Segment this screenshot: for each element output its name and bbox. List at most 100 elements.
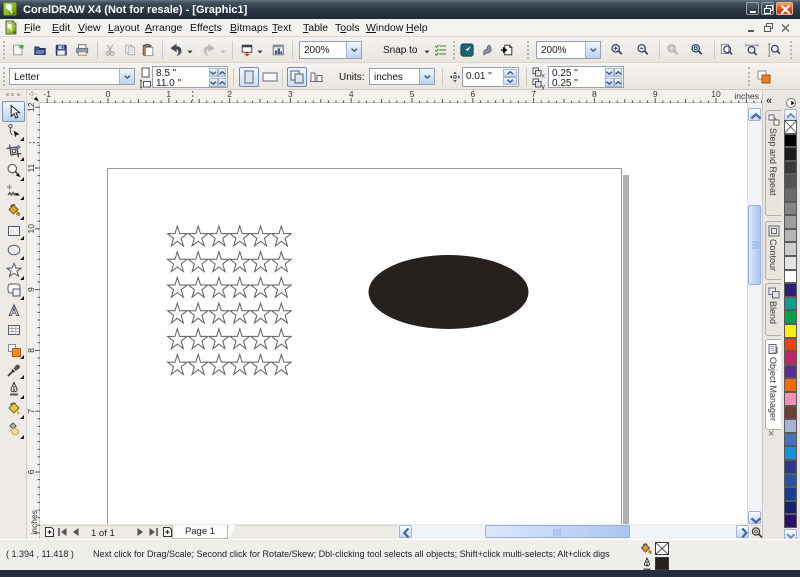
- text-tool[interactable]: [2, 300, 25, 321]
- options-icon[interactable]: [434, 43, 448, 57]
- zoom-out-icon[interactable]: [636, 43, 650, 57]
- palette-swatch[interactable]: [784, 487, 797, 501]
- zoom-tool[interactable]: [2, 161, 25, 182]
- interactive-fill-tool[interactable]: [2, 419, 25, 440]
- snap-to-dropdown-icon[interactable]: [423, 47, 431, 55]
- palette-swatch[interactable]: [784, 460, 797, 474]
- undo-dropdown-icon[interactable]: [186, 47, 194, 55]
- zoom-levels-dropdown-icon[interactable]: [346, 42, 361, 58]
- palette-swatch[interactable]: [784, 256, 797, 270]
- menu-text[interactable]: Text: [272, 22, 291, 34]
- palette-swatch[interactable]: [784, 134, 797, 148]
- navigator-icon[interactable]: [750, 526, 764, 539]
- menu-help[interactable]: Help: [406, 22, 428, 34]
- palette-swatch[interactable]: [784, 338, 797, 352]
- menu-layout[interactable]: Layout: [108, 22, 140, 34]
- palette-swatch[interactable]: [784, 324, 797, 338]
- interactive-fill-flyout-icon[interactable]: [20, 435, 24, 439]
- docker-tab-step-and-repeat[interactable]: Step and Repeat: [765, 110, 782, 216]
- zoom-all-objects-icon[interactable]: [690, 43, 704, 57]
- palette-swatch[interactable]: [784, 147, 797, 161]
- vscroll-thumb[interactable]: [748, 205, 761, 285]
- application-launcher-icon[interactable]: [460, 43, 474, 57]
- zoom-height-icon[interactable]: [767, 43, 781, 57]
- menu-edit[interactable]: Edit: [52, 22, 70, 34]
- open-drawing-icon[interactable]: [500, 43, 514, 57]
- document-close-button[interactable]: [779, 22, 792, 34]
- zoom-in-icon[interactable]: [610, 43, 624, 57]
- ruler-origin[interactable]: [28, 90, 40, 103]
- freehand-tool[interactable]: [2, 180, 25, 201]
- vscroll-down-icon[interactable]: [748, 511, 761, 524]
- add-page-start-icon[interactable]: [43, 526, 56, 538]
- palette-swatch[interactable]: [784, 474, 797, 488]
- eyedropper-tool[interactable]: [2, 359, 25, 380]
- hscroll-right-icon[interactable]: [736, 525, 749, 538]
- rectangle-tool[interactable]: [2, 220, 25, 241]
- menu-bitmaps[interactable]: Bitmaps: [230, 22, 268, 34]
- palette-swatch[interactable]: [784, 433, 797, 447]
- previous-page-icon[interactable]: [71, 527, 80, 537]
- palette-swatch[interactable]: [784, 283, 797, 297]
- toolbox-grip[interactable]: [6, 93, 20, 96]
- palette-swatch[interactable]: [784, 270, 797, 284]
- basic-shapes-tool[interactable]: [2, 280, 25, 301]
- save-icon[interactable]: [54, 43, 68, 57]
- palette-swatch[interactable]: [784, 378, 797, 392]
- menu-effects[interactable]: Effects: [190, 22, 222, 34]
- vertical-ruler[interactable]: 1211109876 inches: [28, 103, 40, 539]
- menu-view[interactable]: View: [78, 22, 101, 34]
- palette-swatch[interactable]: [784, 514, 797, 528]
- next-page-icon[interactable]: [136, 527, 145, 537]
- pick-tool[interactable]: [2, 101, 25, 122]
- zoom-levels-combo[interactable]: 200%: [299, 41, 362, 59]
- current-page-button[interactable]: [309, 71, 324, 83]
- snap-to-button[interactable]: Snap to: [383, 45, 417, 56]
- duplicate-y-field[interactable]: 0.25 ": [552, 78, 578, 89]
- undo-icon[interactable]: [169, 43, 183, 57]
- minimize-button[interactable]: [746, 2, 759, 15]
- palette-swatch[interactable]: [784, 501, 797, 515]
- ellipse-tool[interactable]: [2, 240, 25, 261]
- docker-close-icon[interactable]: ×: [768, 428, 774, 440]
- docker-collapse-icon[interactable]: «: [766, 95, 772, 107]
- export-icon[interactable]: [271, 43, 285, 57]
- crop-tool[interactable]: [2, 141, 25, 162]
- zoom-toolbar-combo[interactable]: 200%: [536, 41, 601, 59]
- palette-swatch[interactable]: [784, 174, 797, 188]
- page-tab[interactable]: Page 1: [172, 525, 228, 539]
- nudge-spinner[interactable]: [503, 69, 517, 85]
- zoom-page-icon[interactable]: [720, 43, 734, 57]
- nudge-offset-field[interactable]: 0.01 ": [462, 67, 519, 87]
- restore-button[interactable]: [761, 2, 774, 15]
- treat-as-filled-icon[interactable]: [756, 69, 772, 85]
- paste-icon[interactable]: [141, 43, 155, 57]
- paper-height-field[interactable]: 11.0 ": [156, 78, 181, 89]
- table-tool[interactable]: [2, 319, 25, 340]
- palette-swatch[interactable]: [784, 242, 797, 256]
- hscroll-left-icon[interactable]: [399, 525, 412, 538]
- whats-new-icon[interactable]: [480, 43, 494, 57]
- open-icon[interactable]: [33, 43, 47, 57]
- zoom-width-icon[interactable]: [745, 43, 759, 57]
- fill-tool[interactable]: [2, 399, 25, 420]
- portrait-button[interactable]: [239, 67, 259, 87]
- drawing-canvas[interactable]: [40, 103, 747, 524]
- vscroll-up-icon[interactable]: [748, 108, 761, 121]
- landscape-button[interactable]: [262, 72, 278, 82]
- paper-height-spinner[interactable]: [209, 78, 226, 87]
- palette-swatch[interactable]: [784, 229, 797, 243]
- propbar-grip[interactable]: [3, 67, 5, 86]
- docker-tab-contour[interactable]: Contour: [765, 221, 782, 280]
- docker-tab-blend[interactable]: Blend: [765, 283, 782, 336]
- close-button[interactable]: [776, 2, 793, 15]
- paper-type-dropdown-icon[interactable]: [119, 69, 134, 84]
- menu-arrange[interactable]: Arrange: [145, 22, 182, 34]
- units-combo[interactable]: inches: [369, 68, 435, 85]
- duplicate-y-spinner[interactable]: [605, 78, 622, 87]
- menu-file[interactable]: File: [24, 22, 41, 34]
- last-page-icon[interactable]: [148, 527, 159, 537]
- smart-fill-tool[interactable]: [2, 200, 25, 221]
- hscroll-thumb[interactable]: [485, 525, 630, 538]
- horizontal-ruler[interactable]: -1012345678910 inches: [40, 90, 762, 103]
